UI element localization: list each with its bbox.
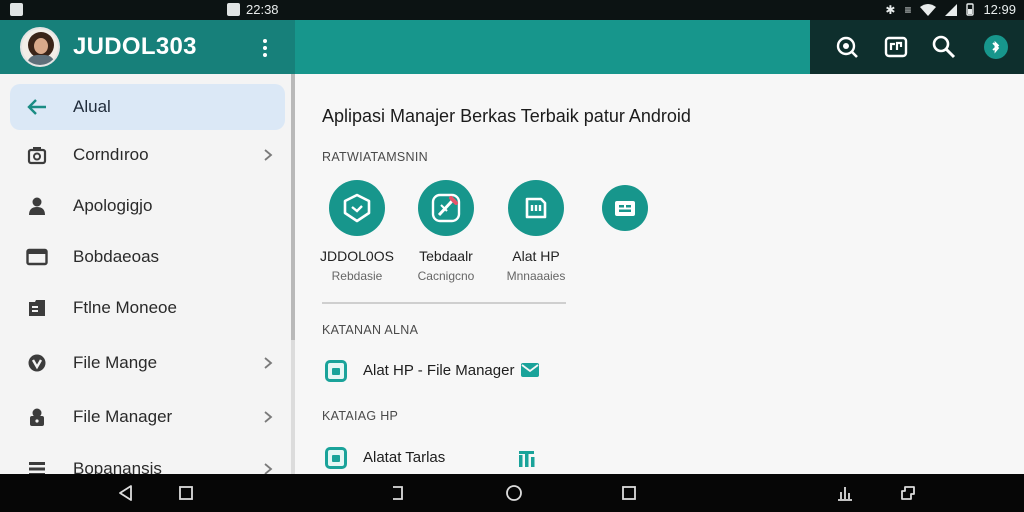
- page-title: Aplipasi Manajer Berkas Terbaik patur An…: [322, 106, 691, 126]
- status-time-right: 12:99: [983, 2, 1016, 17]
- chevron-right-icon: [264, 463, 273, 474]
- app-tile[interactable]: Tebdaalr Cacnigcno: [396, 180, 496, 283]
- storage-icon[interactable]: [883, 34, 909, 60]
- app-subtitle: Rebdasie: [331, 269, 383, 283]
- navigation-drawer: Alual Corndıroo Apologigjo Bobdaeoas Ftl…: [0, 74, 295, 474]
- signal-bars-icon[interactable]: [517, 449, 537, 467]
- app-tile[interactable]: JDDOL0OS Rebdasie: [307, 180, 407, 283]
- sidebar-item-more[interactable]: Bopanansis: [10, 446, 285, 474]
- overflow-menu-icon[interactable]: [258, 37, 272, 59]
- shield-check-icon: [329, 180, 385, 236]
- app-subtitle: Mnnaaaies: [506, 269, 566, 283]
- toolbar-actions: [810, 20, 1024, 74]
- folder-app-icon: [325, 360, 347, 382]
- sidebar-item-camera[interactable]: Corndıroo: [10, 132, 285, 178]
- section-label-tools: KATANAN ALNA: [322, 323, 419, 337]
- chevron-right-icon: [264, 357, 273, 369]
- system-navigation-bar: [0, 474, 1024, 512]
- search-icon[interactable]: [931, 34, 957, 60]
- vibrate-icon: ≡: [904, 2, 912, 17]
- app-name: JDDOL0OS: [320, 248, 394, 264]
- chevron-right-icon: [264, 411, 273, 423]
- gallery-notification-icon: [227, 3, 240, 16]
- notification-icon: [10, 3, 23, 16]
- home-icon[interactable]: [505, 484, 523, 502]
- sidebar-item-label: File Mange: [73, 353, 158, 372]
- app-tile[interactable]: Alat HP Mnnaaaies: [486, 180, 586, 283]
- sidebar-item-label: Ftlne Moneoe: [73, 298, 177, 317]
- signal-icon: [945, 3, 958, 16]
- list-item-label: Alatat Tarlas: [363, 449, 446, 466]
- chevron-right-icon: [264, 149, 273, 161]
- battery-icon: [966, 3, 975, 16]
- archive-icon: [602, 185, 648, 231]
- folder-icon: [26, 246, 48, 268]
- section-label-recommended: RATWIATAMSNIN: [322, 150, 428, 164]
- sidebar-item-label: Bobdaeoas: [73, 247, 160, 266]
- stats-icon[interactable]: [836, 484, 854, 502]
- sidebar-item-label: File Manager: [73, 407, 173, 426]
- sidebar-item-file-manager-2[interactable]: File Mange: [10, 340, 285, 386]
- status-bar: 22:38 ✱ ≡ 12:99: [0, 0, 1024, 20]
- avatar[interactable]: [20, 27, 60, 67]
- app-tile[interactable]: [575, 180, 675, 231]
- bracket-icon[interactable]: [389, 484, 407, 502]
- sidebar-item-home[interactable]: Alual: [10, 84, 285, 130]
- back-arrow-icon[interactable]: [26, 96, 48, 118]
- status-time-left: 22:38: [246, 2, 279, 17]
- folder-app-icon: [325, 447, 347, 469]
- sidebar-item-label: Apologigjo: [73, 196, 153, 215]
- list-icon: [26, 458, 48, 474]
- sidebar-item-label: Alual: [73, 97, 111, 116]
- sidebar-item-folders[interactable]: Bobdaeoas: [10, 234, 285, 280]
- person-icon: [26, 195, 48, 217]
- edit-tool-icon: [418, 180, 474, 236]
- lock-icon: [26, 406, 48, 428]
- app-name: Alat HP: [512, 248, 560, 264]
- divider: [322, 302, 566, 304]
- camera-icon: [26, 144, 48, 166]
- overview-icon[interactable]: [620, 484, 638, 502]
- drawer-header: JUDOL303: [0, 20, 295, 74]
- sidebar-item-file-manager-1[interactable]: Ftlne Moneoe: [10, 285, 285, 331]
- shield-icon: [26, 352, 48, 374]
- rotate-icon[interactable]: [899, 484, 917, 502]
- list-item-tools[interactable]: Alatat Tarlas: [325, 445, 445, 471]
- sd-card-icon: [508, 180, 564, 236]
- app-subtitle: Cacnigcno: [417, 269, 475, 283]
- back-icon[interactable]: [117, 484, 135, 502]
- recents-icon[interactable]: [177, 484, 195, 502]
- main-content: Aplipasi Manajer Berkas Terbaik patur An…: [295, 74, 1024, 474]
- sidebar-item-label: Corndıroo: [73, 145, 149, 164]
- zoom-icon[interactable]: [834, 34, 860, 60]
- files-icon: [26, 297, 48, 319]
- wifi-icon: [920, 3, 937, 16]
- section-label-hp: KATAIAG HP: [322, 409, 399, 423]
- app-title: JUDOL303: [73, 33, 197, 60]
- toolbar: [295, 20, 810, 74]
- sidebar-item-label: Bopanansis: [73, 459, 162, 474]
- sidebar-item-file-manager-3[interactable]: File Manager: [10, 394, 285, 440]
- app-name: Tebdaalr: [419, 248, 473, 264]
- list-item-label: Alat HP - File Manager: [363, 362, 515, 379]
- bluetooth-status-icon: ✱: [885, 2, 896, 17]
- mail-icon[interactable]: [520, 361, 540, 379]
- list-item-file-manager[interactable]: Alat HP - File Manager: [325, 358, 514, 384]
- sidebar-item-apps[interactable]: Apologigjo: [10, 183, 285, 229]
- bluetooth-icon[interactable]: [983, 34, 1009, 60]
